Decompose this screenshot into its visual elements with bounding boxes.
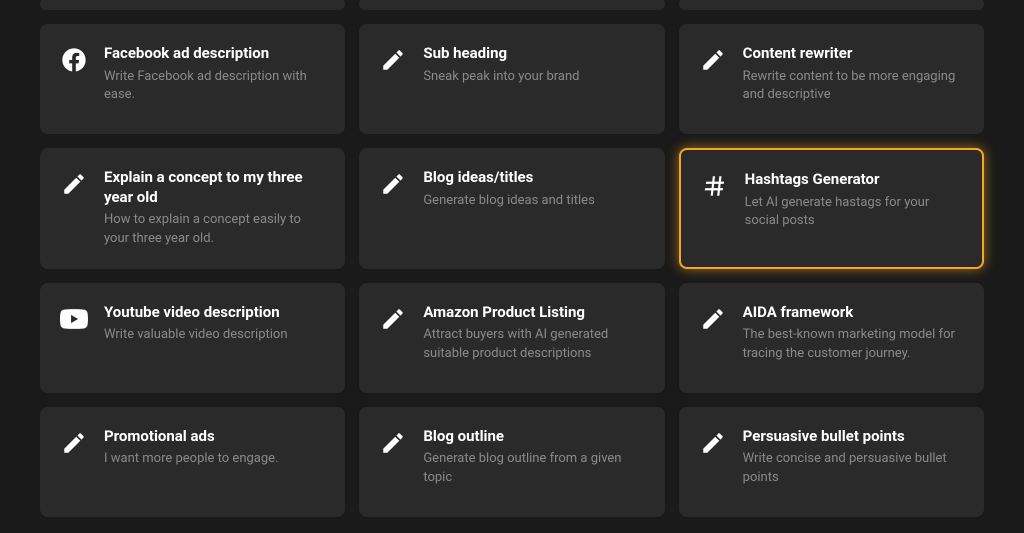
card-desc: Let AI generate hastags for your social … — [745, 194, 962, 232]
pencil-icon — [699, 429, 727, 457]
pencil-icon — [379, 305, 407, 333]
card-desc: Write concise and persuasive bullet poin… — [743, 450, 964, 488]
card-title: Facebook ad description — [104, 44, 325, 64]
pencil-icon — [699, 305, 727, 333]
card-youtube-description[interactable]: Youtube video description Write valuable… — [40, 283, 345, 393]
card-desc: Generate blog outline from a given topic — [423, 450, 644, 488]
card-desc: How to explain a concept easily to your … — [104, 211, 325, 249]
card-content-rewriter[interactable]: Content rewriter Rewrite content to be m… — [679, 24, 984, 134]
card-stub[interactable] — [359, 0, 664, 10]
pencil-icon — [60, 429, 88, 457]
pencil-icon — [379, 46, 407, 74]
card-desc: Write valuable video description — [104, 326, 325, 345]
pencil-icon — [379, 429, 407, 457]
card-promotional-ads[interactable]: Promotional ads I want more people to en… — [40, 407, 345, 517]
card-amazon-listing[interactable]: Amazon Product Listing Attract buyers wi… — [359, 283, 664, 393]
card-title: Youtube video description — [104, 303, 325, 323]
pencil-icon — [60, 170, 88, 198]
card-blog-outline[interactable]: Blog outline Generate blog outline from … — [359, 407, 664, 517]
card-hashtags-generator[interactable]: Hashtags Generator Let AI generate hasta… — [679, 148, 984, 269]
card-title: Amazon Product Listing — [423, 303, 644, 323]
card-title: Blog ideas/titles — [423, 168, 644, 188]
card-title: Explain a concept to my three year old — [104, 168, 325, 207]
youtube-icon — [60, 305, 88, 333]
card-title: Hashtags Generator — [745, 170, 962, 190]
card-title: Persuasive bullet points — [743, 427, 964, 447]
pencil-icon — [379, 170, 407, 198]
hashtag-icon — [701, 172, 729, 200]
facebook-icon — [60, 46, 88, 74]
template-grid: Facebook ad description Write Facebook a… — [40, 24, 984, 517]
card-explain-concept[interactable]: Explain a concept to my three year old H… — [40, 148, 345, 269]
card-facebook-ad-description[interactable]: Facebook ad description Write Facebook a… — [40, 24, 345, 134]
card-aida-framework[interactable]: AIDA framework The best-known marketing … — [679, 283, 984, 393]
card-stub[interactable] — [40, 0, 345, 10]
card-blog-ideas[interactable]: Blog ideas/titles Generate blog ideas an… — [359, 148, 664, 269]
card-title: Content rewriter — [743, 44, 964, 64]
card-desc: I want more people to engage. — [104, 450, 325, 469]
card-title: Sub heading — [423, 44, 644, 64]
card-desc: The best-known marketing model for traci… — [743, 326, 964, 364]
card-title: Promotional ads — [104, 427, 325, 447]
card-persuasive-bullets[interactable]: Persuasive bullet points Write concise a… — [679, 407, 984, 517]
card-desc: Rewrite content to be more engaging and … — [743, 68, 964, 106]
card-stub[interactable] — [679, 0, 984, 10]
card-desc: Attract buyers with AI generated suitabl… — [423, 326, 644, 364]
card-title: Blog outline — [423, 427, 644, 447]
card-desc: Sneak peak into your brand — [423, 68, 644, 87]
card-desc: Generate blog ideas and titles — [423, 192, 644, 211]
card-sub-heading[interactable]: Sub heading Sneak peak into your brand — [359, 24, 664, 134]
card-desc: Write Facebook ad description with ease. — [104, 68, 325, 106]
pencil-icon — [699, 46, 727, 74]
card-title: AIDA framework — [743, 303, 964, 323]
